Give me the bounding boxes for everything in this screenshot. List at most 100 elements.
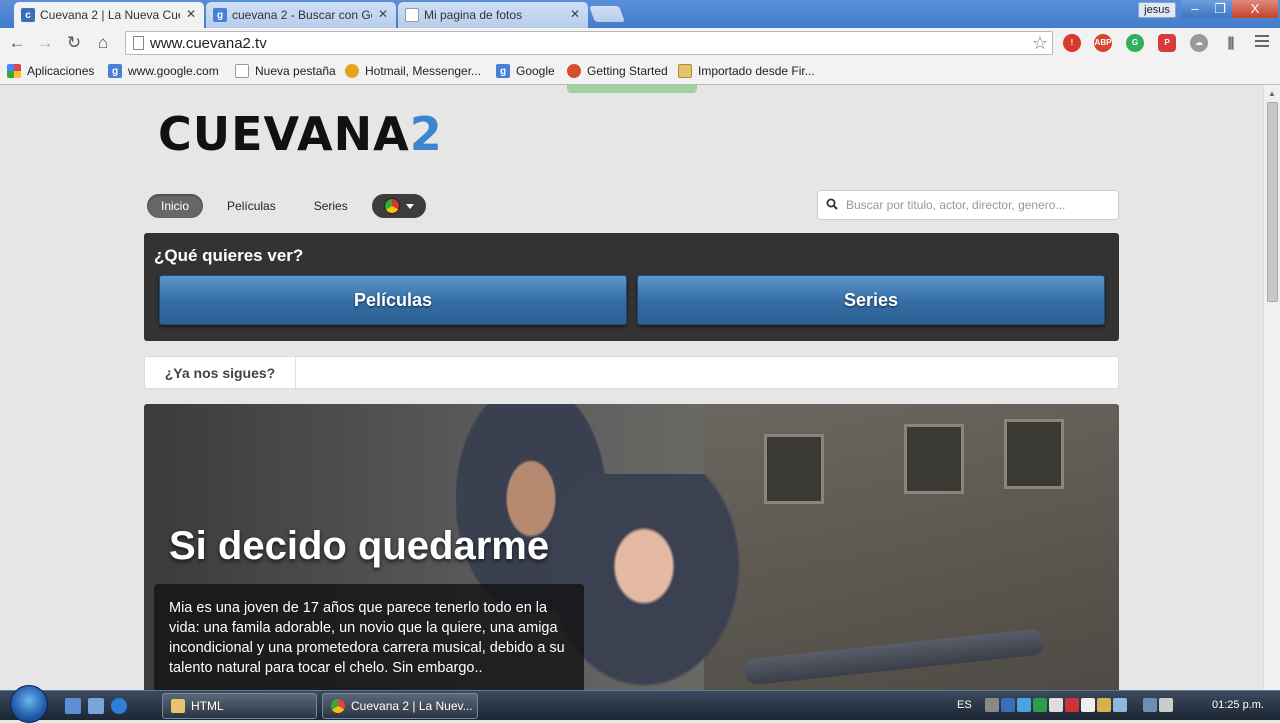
- tray-antivirus-icon[interactable]: [1065, 698, 1079, 712]
- language-indicator[interactable]: ES: [957, 699, 972, 711]
- logo-text: CUEVANA: [158, 107, 410, 161]
- bookmark-nueva-pestana[interactable]: Nueva pestaña: [235, 63, 336, 79]
- tab-fotos[interactable]: Mi pagina de fotos ✕: [398, 2, 588, 28]
- google-icon: g: [496, 64, 510, 78]
- flag-icon: [383, 198, 400, 214]
- tab-title: cuevana 2 - Buscar con Go: [232, 8, 372, 22]
- tray-volume-icon[interactable]: [1159, 698, 1173, 712]
- series-button[interactable]: Series: [637, 275, 1105, 325]
- what-to-watch-panel: ¿Qué quieres ver? Películas Series: [144, 233, 1119, 341]
- bookmarks-bar: Aplicaciones g www.google.com Nueva pest…: [0, 58, 1280, 85]
- bookmark-star-icon[interactable]: ☆: [1032, 33, 1048, 54]
- tray-app-icon[interactable]: [1113, 698, 1127, 712]
- abp-icon[interactable]: ABP: [1094, 34, 1112, 52]
- hero-window-decoration: [764, 434, 824, 504]
- tray-arrow-icon[interactable]: [985, 698, 999, 712]
- bookmark-label: Aplicaciones: [27, 64, 95, 78]
- tab-google-search[interactable]: g cuevana 2 - Buscar con Go ✕: [206, 2, 396, 28]
- nav-inicio[interactable]: Inicio: [147, 194, 204, 218]
- equalizer-icon[interactable]: ⫼: [1222, 34, 1240, 52]
- logo-number: 2: [409, 107, 443, 161]
- bookmark-getting-started[interactable]: Getting Started: [567, 63, 668, 79]
- tab-strip: c Cuevana 2 | La Nueva Cue ✕ g cuevana 2…: [0, 0, 1280, 28]
- system-tray: [985, 698, 1175, 712]
- tab-title: Mi pagina de fotos: [424, 8, 523, 22]
- msn-butterfly-icon: [345, 64, 359, 78]
- tray-app-icon[interactable]: [1081, 698, 1095, 712]
- site-nav: Inicio Películas Series: [147, 193, 426, 219]
- close-window-button[interactable]: X: [1232, 0, 1278, 18]
- hero-person-image: [554, 474, 754, 690]
- new-tab-button[interactable]: [589, 6, 625, 22]
- google-icon: g: [213, 8, 227, 22]
- nav-series[interactable]: Series: [300, 194, 362, 218]
- cloud-icon[interactable]: ☁: [1190, 34, 1208, 52]
- caret-down-icon: [405, 203, 414, 209]
- nav-peliculas[interactable]: Películas: [213, 194, 290, 218]
- grammarly-icon[interactable]: G: [1126, 34, 1144, 52]
- adblock-alert-icon[interactable]: !: [1063, 34, 1081, 52]
- site-logo[interactable]: CUEVANA2: [158, 107, 443, 161]
- bookmark-label: Nueva pestaña: [255, 64, 336, 78]
- back-arrow-icon[interactable]: ←: [7, 33, 27, 53]
- bookmark-hotmail[interactable]: Hotmail, Messenger...: [345, 63, 481, 79]
- follow-bar: ¿Ya nos sigues?: [144, 356, 1119, 389]
- taskbar-chrome[interactable]: Cuevana 2 | La Nuev...: [322, 693, 478, 719]
- window-switcher-icon[interactable]: [88, 698, 104, 714]
- page-icon: [133, 36, 144, 50]
- forward-arrow-icon[interactable]: →: [35, 33, 55, 53]
- internet-explorer-icon[interactable]: [111, 698, 127, 714]
- scroll-up-icon[interactable]: ▲: [1268, 89, 1276, 98]
- close-tab-icon[interactable]: ✕: [184, 7, 198, 21]
- bookmark-label: Google: [516, 64, 555, 78]
- address-bar[interactable]: ☆: [125, 31, 1053, 55]
- task-label: Cuevana 2 | La Nuev...: [351, 699, 473, 713]
- hero-window-decoration: [1004, 419, 1064, 489]
- bookmark-importado[interactable]: Importado desde Fir...: [678, 63, 815, 79]
- tray-monitor-icon[interactable]: [1143, 698, 1157, 712]
- bookmark-label: www.google.com: [128, 64, 219, 78]
- minimize-button[interactable]: –: [1182, 0, 1208, 18]
- firefox-icon: [567, 64, 581, 78]
- maximize-button[interactable]: ❐: [1208, 0, 1232, 18]
- show-desktop-icon[interactable]: [65, 698, 81, 714]
- search-input[interactable]: [846, 197, 1112, 213]
- chrome-menu-icon[interactable]: [1255, 35, 1269, 50]
- featured-movie-description: Mia es una joven de 17 años que parece t…: [154, 584, 584, 690]
- bookmark-aplicaciones[interactable]: Aplicaciones: [7, 63, 94, 79]
- scrollbar-thumb[interactable]: [1267, 102, 1278, 302]
- tray-drive-icon[interactable]: [1033, 698, 1047, 712]
- tab-cuevana[interactable]: c Cuevana 2 | La Nueva Cue ✕: [14, 2, 204, 28]
- bookmark-label: Importado desde Fir...: [698, 64, 815, 78]
- taskbar-html[interactable]: HTML: [162, 693, 317, 719]
- task-label: HTML: [191, 699, 224, 713]
- hero-window-decoration: [904, 424, 964, 494]
- bookmark-google[interactable]: g Google: [496, 63, 555, 79]
- apps-grid-icon: [7, 64, 21, 78]
- start-button[interactable]: [10, 685, 48, 723]
- profile-button[interactable]: jesus: [1138, 2, 1176, 18]
- what-to-watch-title: ¿Qué quieres ver?: [154, 246, 304, 265]
- bookmark-google-com[interactable]: g www.google.com: [108, 63, 219, 79]
- reload-icon[interactable]: ↻: [64, 33, 84, 53]
- peliculas-button[interactable]: Películas: [159, 275, 627, 325]
- windows-taskbar: HTML Cuevana 2 | La Nuev... ES 01:25 p.m…: [0, 685, 1280, 723]
- tray-dropbox-icon[interactable]: [1017, 698, 1031, 712]
- close-tab-icon[interactable]: ✕: [376, 7, 390, 21]
- language-dropdown[interactable]: [371, 194, 426, 218]
- close-tab-icon[interactable]: ✕: [568, 7, 582, 21]
- tray-network-icon[interactable]: [1001, 698, 1015, 712]
- featured-movie-title[interactable]: Si decido quedarme: [169, 524, 549, 569]
- tray-cloud-icon[interactable]: [1049, 698, 1063, 712]
- tray-app-icon[interactable]: [1097, 698, 1111, 712]
- notification-strip: [567, 85, 697, 93]
- page-icon: [235, 64, 249, 78]
- folder-icon: [171, 699, 185, 713]
- system-clock[interactable]: 01:25 p.m.: [1212, 699, 1264, 711]
- url-input[interactable]: [150, 34, 1020, 52]
- pocket-icon[interactable]: P: [1158, 34, 1176, 52]
- page-scrollbar[interactable]: ▲: [1263, 85, 1280, 690]
- featured-movie-banner[interactable]: Si decido quedarme Mia es una joven de 1…: [144, 404, 1119, 690]
- site-search: [817, 190, 1119, 220]
- home-icon[interactable]: ⌂: [93, 33, 113, 53]
